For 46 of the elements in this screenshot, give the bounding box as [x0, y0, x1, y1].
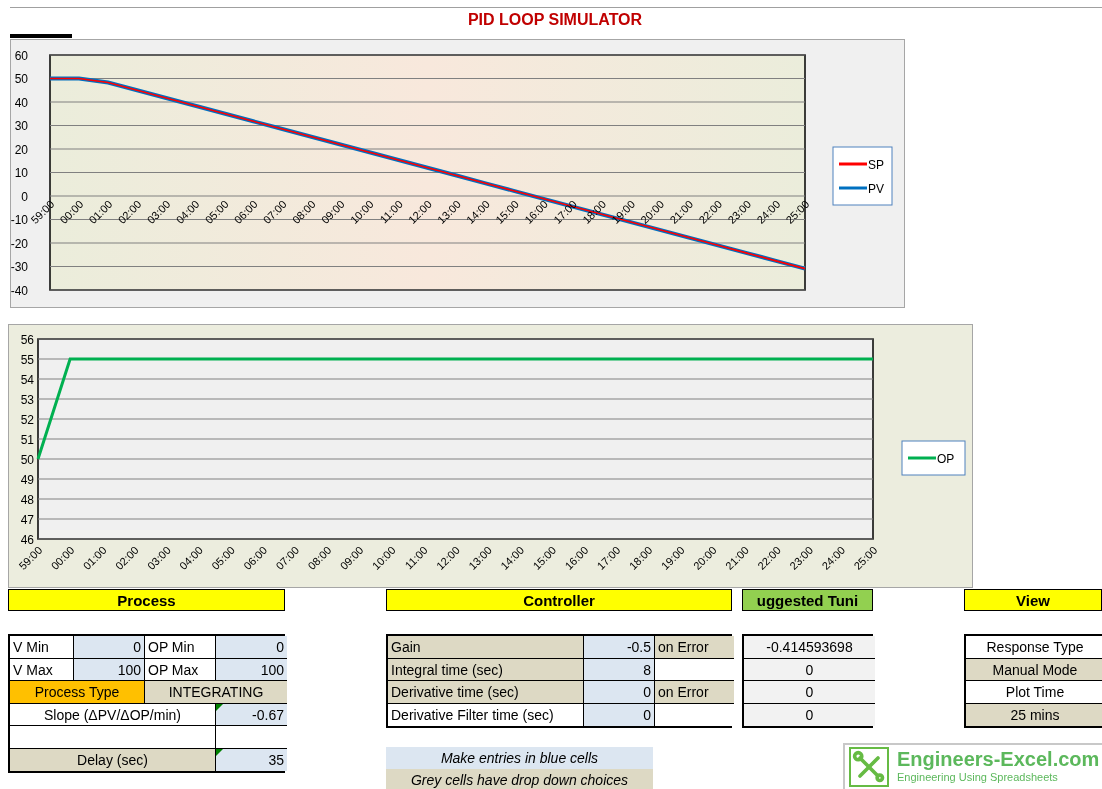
axis-label: -20 [10, 236, 28, 251]
section-header: Process [8, 589, 285, 611]
axis-label: 55 [20, 352, 34, 367]
table-cell: OP Min [145, 636, 216, 659]
page-title: PID LOOP SIMULATOR [467, 11, 643, 29]
logo-tagline: Engineering Using Spreadsheets [897, 771, 1059, 784]
axis-label: 10 [14, 166, 28, 180]
note-text: Make entries in blue cells [386, 747, 653, 769]
axis-label: 52 [20, 412, 34, 427]
logo-title: Engineers-Excel.com [897, 747, 1100, 771]
axis-label: -10 [10, 213, 28, 227]
table-cell: Slope (ΔPV/ΔOP/min) [10, 703, 216, 726]
axis-label: 60 [14, 48, 28, 63]
axis-label: 30 [14, 119, 28, 133]
note-text: Grey cells have drop down choices [386, 769, 653, 789]
axis-label: -30 [10, 260, 28, 274]
section-header: Controller [386, 589, 732, 611]
table-cell: Response Type [966, 636, 1102, 659]
table-cell: OP Max [145, 658, 216, 681]
axis-label: 50 [20, 452, 34, 467]
section-header: View [964, 589, 1102, 611]
table-cell: 0 [744, 703, 875, 726]
legend-label: SP [868, 157, 884, 172]
legend-label: OP [937, 451, 955, 466]
legend-label: PV [868, 181, 884, 196]
axis-label: 53 [20, 392, 34, 407]
table-cell: 0 [744, 658, 875, 681]
table-cell: V Max [10, 658, 74, 681]
axis-label: 47 [20, 512, 34, 527]
axis-label: 49 [20, 472, 34, 487]
axis-label: 54 [20, 372, 34, 387]
section-header: uggested Tuni [742, 589, 873, 611]
axis-label: 46 [20, 532, 34, 547]
axis-label: 40 [14, 95, 28, 110]
axis-label: 50 [14, 72, 28, 86]
table-cell: -0.414593698 [744, 636, 875, 659]
axis-label: 20 [14, 142, 28, 157]
table-cell: V Min [10, 636, 74, 659]
axis-label: 0 [21, 189, 28, 204]
table-cell: Plot Time [966, 681, 1102, 704]
table-cell: 0 [744, 681, 875, 704]
axis-label: 51 [20, 432, 34, 447]
axis-label: 56 [20, 332, 34, 347]
table-cell: Process Type [10, 681, 145, 704]
axis-label: -40 [10, 283, 28, 298]
axis-label: 48 [20, 492, 34, 507]
